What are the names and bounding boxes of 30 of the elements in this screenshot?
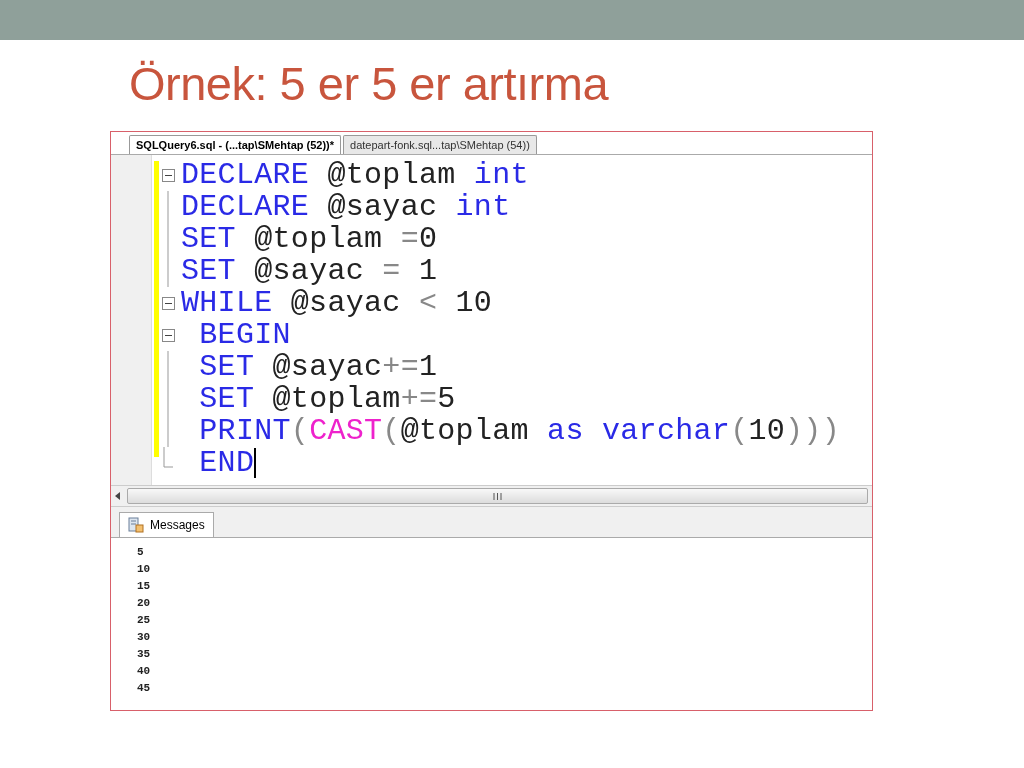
code-line: WHILE @sayac < 10	[181, 287, 493, 319]
collapse-icon[interactable]	[161, 328, 175, 342]
code-line: SET @sayac+=1	[198, 351, 438, 383]
code-line: BEGIN	[198, 319, 291, 351]
scroll-left-icon[interactable]	[115, 492, 121, 500]
collapse-icon[interactable]	[161, 296, 175, 310]
messages-tab[interactable]: Messages	[119, 512, 214, 537]
code-line: END	[198, 447, 257, 479]
output-line: 25	[137, 613, 151, 628]
code-line: DECLARE @sayac int	[181, 191, 511, 223]
code-line: SET @toplam =0	[181, 223, 438, 255]
code-line: DECLARE @toplam int	[181, 159, 529, 191]
output-line: 40	[137, 664, 151, 679]
output-line: 35	[137, 647, 151, 662]
editor-tab[interactable]: SQLQuery6.sql - (...tap\SMehtap (52))*	[129, 135, 342, 154]
code-line: SET @toplam+=5	[198, 383, 456, 415]
output-line: 5	[137, 545, 144, 560]
output-line: 20	[137, 596, 151, 611]
output-line: 15	[137, 579, 151, 594]
collapse-icon[interactable]	[161, 168, 175, 182]
grip-icon	[493, 492, 502, 500]
slide-title: Örnek: 5 er 5 er artırma	[129, 56, 610, 112]
output-line: 10	[137, 562, 151, 577]
code-line: SET @sayac = 1	[181, 255, 438, 287]
scrollbar-thumb[interactable]	[127, 488, 868, 504]
code-line: PRINT(CAST(@toplam as varchar(10)))	[198, 415, 840, 447]
editor-tab[interactable]: datepart-fonk.sql...tap\SMehtap (54))	[343, 135, 537, 154]
output-line: 45	[137, 681, 151, 696]
document-icon	[128, 517, 144, 533]
output-line: 30	[137, 630, 151, 645]
